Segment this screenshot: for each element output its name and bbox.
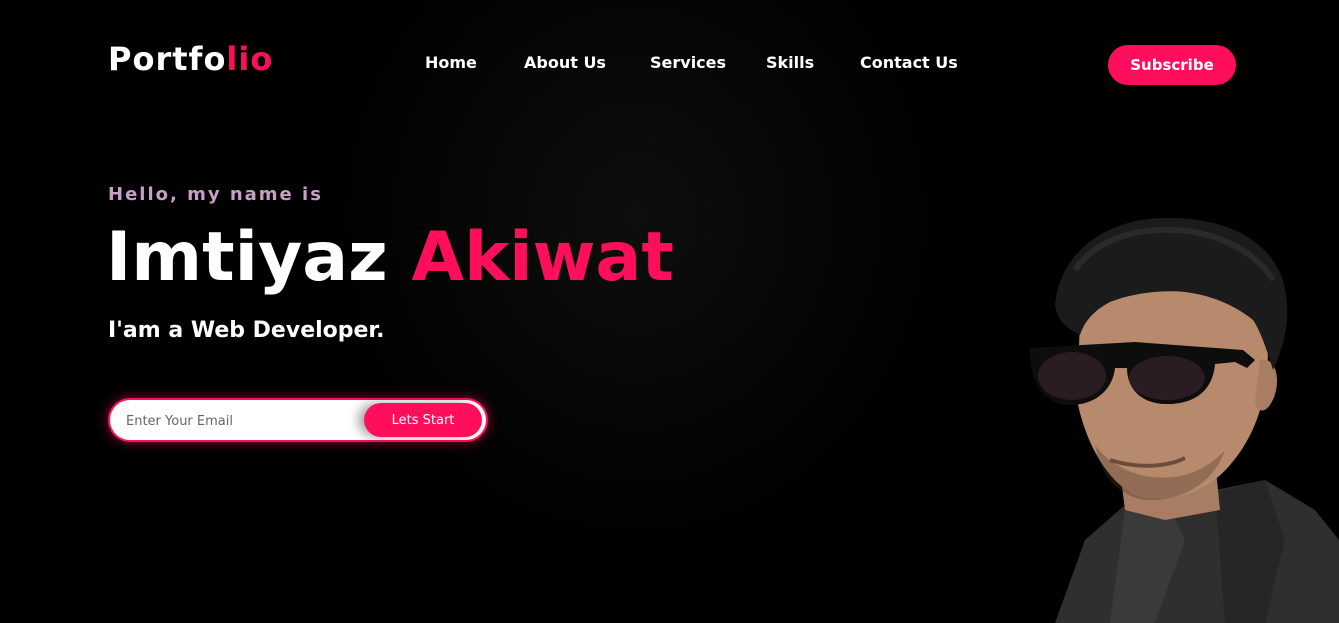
- hero-greeting: Hello, my name is: [108, 184, 323, 205]
- nav-home[interactable]: Home: [425, 53, 477, 72]
- nav-contact-us[interactable]: Contact Us: [860, 53, 958, 72]
- person-portrait: [1029, 217, 1339, 623]
- email-input[interactable]: [124, 408, 358, 434]
- email-signup-form: Lets Start: [108, 398, 488, 442]
- hero-last-name: Akiwat: [411, 218, 674, 297]
- background-overlay: [330, 0, 1010, 623]
- subscribe-button[interactable]: Subscribe: [1108, 45, 1236, 85]
- nav-skills[interactable]: Skills: [766, 53, 814, 72]
- hero-role: I'am a Web Developer.: [108, 318, 385, 343]
- logo-text: Portfo: [108, 40, 227, 78]
- nav-services[interactable]: Services: [650, 53, 726, 72]
- lets-start-button[interactable]: Lets Start: [364, 403, 482, 437]
- hero-name: Imtiyaz Akiwat: [106, 216, 674, 300]
- logo[interactable]: Portfolio: [108, 40, 273, 78]
- hero-first-name: Imtiyaz: [106, 218, 388, 297]
- nav-about-us[interactable]: About Us: [524, 53, 606, 72]
- logo-text-accent: lio: [226, 40, 274, 78]
